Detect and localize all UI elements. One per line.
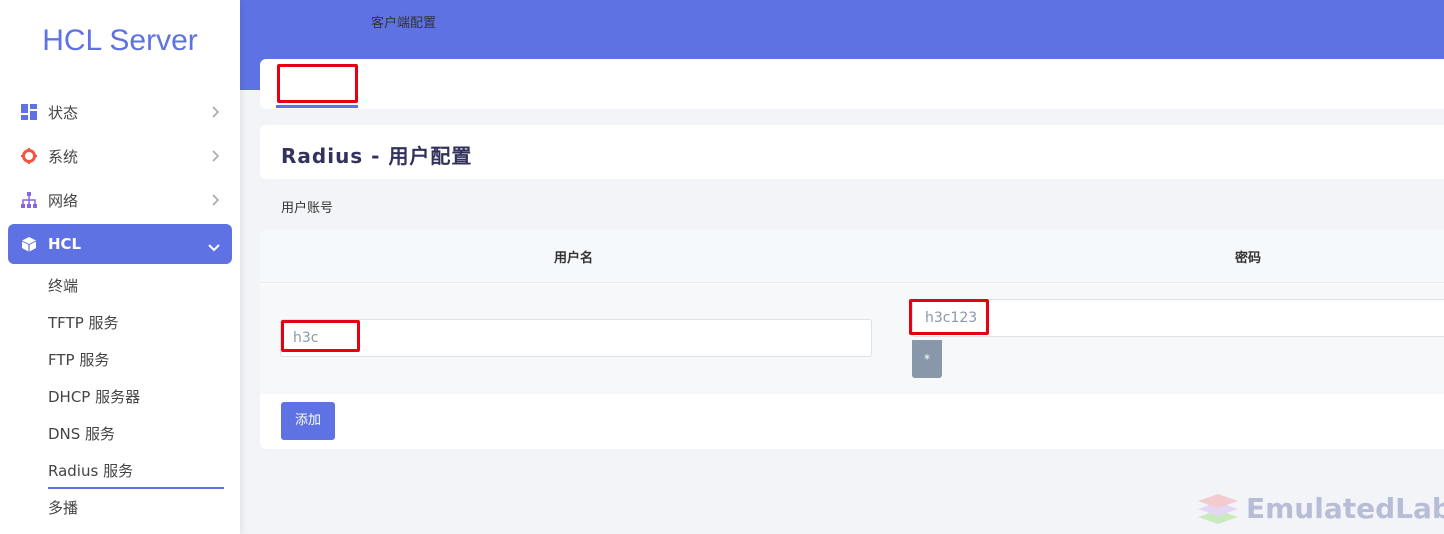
sidebar-item-system[interactable]: 系统 <box>8 136 232 176</box>
sidebar-subitem-dns[interactable]: DNS 服务 <box>48 423 115 445</box>
gear-icon <box>20 147 38 165</box>
table-header: 用户名 密码 <box>260 230 1444 283</box>
show-password-button[interactable]: * <box>912 340 942 378</box>
password-input[interactable]: h3c123 <box>912 299 1444 337</box>
tab-client-config[interactable]: 客户端配置 <box>371 13 436 35</box>
section-label: 用户账号 <box>281 201 334 216</box>
chevron-right-icon <box>212 104 220 122</box>
sidebar-item-label: 网络 <box>48 191 79 210</box>
layers-logo-icon <box>1198 494 1238 524</box>
dashboard-icon <box>20 103 38 121</box>
sidebar-subitem-radius[interactable]: Radius 服务 <box>48 460 133 482</box>
tab-user-config[interactable]: 用户配置 <box>284 13 336 35</box>
watermark: EmulatedLab <box>1196 490 1444 526</box>
sidebar-item-hcl[interactable]: HCL <box>8 224 232 264</box>
active-tab-underline <box>276 105 358 108</box>
username-input[interactable]: h3c <box>280 319 872 357</box>
chevron-down-icon <box>208 238 220 256</box>
network-icon <box>20 191 38 209</box>
sidebar-subitem-ftp[interactable]: FTP 服务 <box>48 349 109 371</box>
column-header-username: 用户名 <box>554 251 594 266</box>
sidebar-subitem-multicast[interactable]: 多播 <box>48 497 78 519</box>
page-title: Radius - 用户配置 <box>281 144 473 168</box>
sidebar-subitem-tftp[interactable]: TFTP 服务 <box>48 312 119 334</box>
watermark-text: EmulatedLab <box>1246 491 1444 525</box>
sidebar-item-status[interactable]: 状态 <box>8 92 232 132</box>
add-button[interactable]: 添加 <box>281 402 335 440</box>
brand-title: HCL Server <box>42 24 198 57</box>
chevron-right-icon <box>212 192 220 210</box>
cube-icon <box>20 235 38 253</box>
sidebar-item-label: 系统 <box>48 147 79 166</box>
active-subitem-underline <box>48 487 224 489</box>
sidebar-subitem-terminal[interactable]: 终端 <box>48 275 78 297</box>
sidebar-item-network[interactable]: 网络 <box>8 180 232 220</box>
sidebar: HCL Server 状态 系统 网络 HCL 终端 TFTP 服务 FTP 服… <box>0 0 240 534</box>
column-header-password: 密码 <box>1235 251 1262 266</box>
sidebar-subitem-dhcp[interactable]: DHCP 服务器 <box>48 386 140 408</box>
sidebar-item-label: HCL <box>48 235 82 253</box>
user-table: 用户名 密码 h3c h3c123 * 添加 <box>260 230 1444 449</box>
sidebar-item-label: 状态 <box>48 103 79 122</box>
tabs-bar <box>260 59 1444 109</box>
chevron-right-icon <box>212 148 220 166</box>
